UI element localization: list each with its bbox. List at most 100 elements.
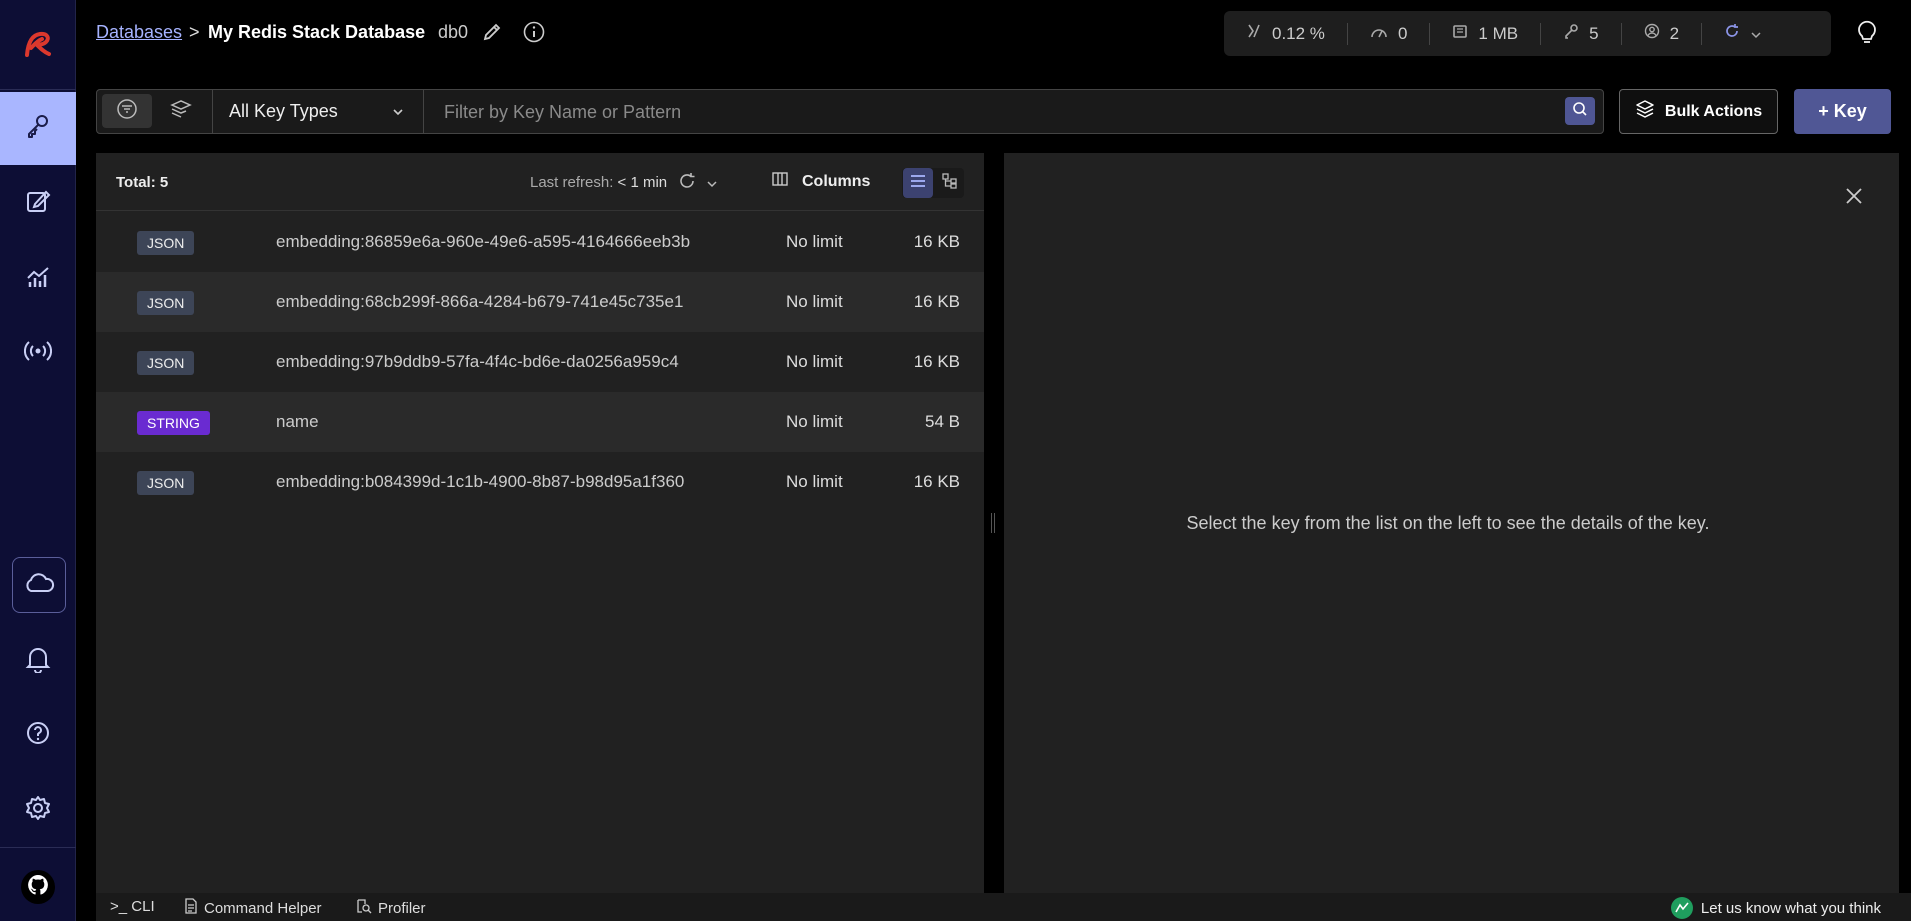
sidebar-item-workbench[interactable] [0, 168, 76, 238]
key-filter-input[interactable] [430, 95, 1560, 129]
columns-button[interactable]: Columns [772, 172, 870, 191]
sidebar-item-browser[interactable] [0, 92, 76, 165]
key-ttl: No limit [786, 292, 843, 311]
user-icon [1644, 23, 1660, 44]
help-icon [25, 720, 51, 751]
db-index: db0 [438, 22, 469, 42]
github-link[interactable] [21, 870, 55, 904]
profiler-icon [356, 898, 372, 918]
chevron-down-icon [391, 103, 405, 124]
key-size: 16 KB [913, 292, 960, 311]
key-type-badge: JSON [137, 231, 195, 255]
close-details-button[interactable] [1840, 184, 1868, 212]
cli-button[interactable]: >_ CLI [110, 898, 155, 915]
redis-logo-icon[interactable] [0, 0, 76, 90]
gear-icon [25, 795, 51, 826]
profiler-button[interactable]: Profiler [356, 898, 426, 918]
breadcrumb-separator: > [189, 22, 200, 42]
stat-clients: 2 [1622, 22, 1703, 45]
chevron-down-icon [706, 176, 718, 193]
key-type-select[interactable]: All Key Types [212, 89, 424, 134]
table-row[interactable]: JSON embedding:86859e6a-960e-49e6-a595-4… [96, 212, 984, 272]
pencil-icon [482, 22, 502, 47]
cloud-button[interactable] [12, 557, 66, 613]
pubsub-broadcast-icon [23, 339, 53, 368]
tree-view-button[interactable] [935, 168, 965, 198]
sidebar-item-pubsub[interactable] [0, 318, 76, 388]
last-refresh: Last refresh: < 1 min [530, 174, 668, 191]
table-row[interactable]: JSON embedding:b084399d-1c1b-4900-8b87-b… [96, 452, 984, 512]
sidebar-divider [0, 847, 76, 848]
search-mode-button[interactable] [158, 94, 204, 128]
help-button[interactable] [0, 700, 76, 770]
stat-ops: 0 [1348, 22, 1431, 45]
auto-refresh-dropdown[interactable] [1702, 23, 1784, 45]
database-name: My Redis Stack Database [208, 22, 426, 42]
info-icon [523, 21, 545, 48]
key-type-badge: JSON [137, 351, 195, 375]
layers-search-icon [170, 99, 192, 124]
insights-button[interactable] [1855, 18, 1879, 51]
list-icon [910, 174, 926, 193]
close-icon [1845, 187, 1863, 210]
layers-icon [1635, 99, 1655, 124]
command-helper-button[interactable]: Command Helper [184, 898, 322, 918]
key-size: 16 KB [913, 352, 960, 371]
key-ttl: No limit [786, 412, 843, 431]
panel-resize-handle[interactable] [989, 513, 997, 533]
workbench-edit-icon [25, 188, 51, 219]
stat-keys: 5 [1541, 22, 1622, 45]
gauge-icon [1370, 24, 1388, 44]
key-type-badge: JSON [137, 291, 195, 315]
search-icon [1572, 101, 1588, 122]
key-ttl: No limit [786, 232, 843, 251]
github-icon [27, 874, 49, 901]
list-view-button[interactable] [903, 168, 933, 198]
search-button[interactable] [1565, 97, 1595, 125]
breadcrumb-databases-link[interactable]: Databases [96, 22, 182, 43]
key-icon [25, 113, 51, 144]
feedback-link[interactable]: Let us know what you think [1670, 897, 1881, 919]
key-type-badge: STRING [137, 411, 210, 435]
edit-db-index-button[interactable] [480, 22, 504, 46]
tree-icon [942, 172, 958, 194]
bottom-bar: >_ CLI Command Helper Profiler Let us kn… [96, 893, 1911, 921]
stat-memory: 1 MB [1430, 22, 1542, 45]
key-small-icon [1563, 23, 1579, 44]
bulk-actions-button[interactable]: Bulk Actions [1619, 89, 1778, 134]
key-name: embedding:86859e6a-960e-49e6-a595-416466… [276, 232, 691, 251]
table-row[interactable]: JSON embedding:97b9ddb9-57fa-4f4c-bd6e-d… [96, 332, 984, 392]
analytics-chart-icon [25, 264, 51, 295]
key-name: name [276, 412, 319, 431]
columns-icon [772, 172, 788, 191]
refresh-icon [1724, 23, 1740, 44]
key-size: 54 B [925, 412, 960, 431]
feedback-icon [1670, 897, 1693, 919]
key-name: embedding:b084399d-1c1b-4900-8b87-b98d95… [276, 472, 685, 491]
database-info-button[interactable] [522, 21, 546, 48]
key-type-badge: JSON [137, 471, 195, 495]
stat-cpu: 0.12 % [1224, 22, 1348, 45]
filter-mode-button[interactable] [102, 94, 152, 128]
key-size: 16 KB [913, 232, 960, 251]
table-row[interactable]: JSON embedding:68cb299f-866a-4284-b679-7… [96, 272, 984, 332]
key-name: embedding:68cb299f-866a-4284-b679-741e45… [276, 292, 684, 311]
settings-button[interactable] [0, 775, 76, 845]
key-name: embedding:97b9ddb9-57fa-4f4c-bd6e-da0256… [276, 352, 679, 371]
auto-refresh-toggle[interactable] [706, 176, 718, 194]
key-ttl: No limit [786, 472, 843, 491]
add-key-button[interactable]: + Key [1794, 89, 1891, 134]
sidebar-item-analysis[interactable] [0, 244, 76, 314]
total-keys: Total: 5 [116, 174, 169, 191]
cloud-icon [23, 571, 55, 600]
chevron-down-icon [1750, 24, 1762, 44]
filter-icon [116, 98, 138, 125]
table-row[interactable]: STRING name No limit 54 B [96, 392, 984, 452]
details-placeholder: Select the key from the list on the left… [1186, 513, 1710, 533]
notifications-button[interactable] [0, 626, 76, 696]
database-stats-bar: 0.12 % 0 1 MB 5 2 [1224, 11, 1831, 56]
bell-icon [25, 645, 51, 678]
memory-icon [1452, 23, 1468, 44]
cpu-icon [1246, 23, 1262, 44]
refresh-keys-button[interactable] [678, 172, 696, 195]
